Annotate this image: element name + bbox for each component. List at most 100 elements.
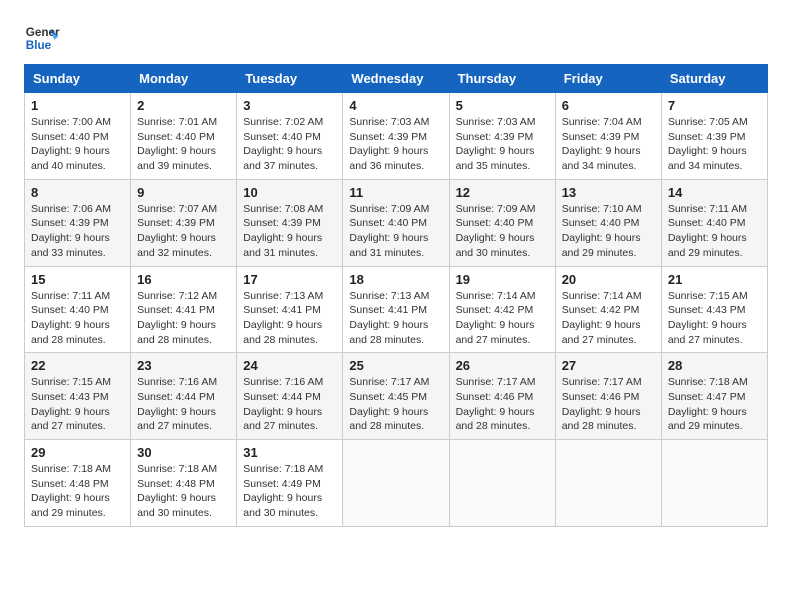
day-info: Sunrise: 7:04 AMSunset: 4:39 PMDaylight:…	[562, 115, 655, 174]
day-info: Sunrise: 7:18 AMSunset: 4:49 PMDaylight:…	[243, 462, 336, 521]
day-info: Sunrise: 7:17 AMSunset: 4:46 PMDaylight:…	[456, 375, 549, 434]
day-number: 22	[31, 358, 124, 373]
calendar-cell: 19Sunrise: 7:14 AMSunset: 4:42 PMDayligh…	[449, 266, 555, 353]
day-info: Sunrise: 7:11 AMSunset: 4:40 PMDaylight:…	[31, 289, 124, 348]
calendar-cell: 18Sunrise: 7:13 AMSunset: 4:41 PMDayligh…	[343, 266, 449, 353]
calendar-cell	[343, 440, 449, 527]
day-info: Sunrise: 7:11 AMSunset: 4:40 PMDaylight:…	[668, 202, 761, 261]
day-number: 16	[137, 272, 230, 287]
calendar-cell: 24 Sunrise: 7:16 AMSunset: 4:44 PMDayligh…	[237, 353, 343, 440]
day-info: Sunrise: 7:14 AMSunset: 4:42 PMDaylight:…	[562, 289, 655, 348]
day-info: Sunrise: 7:15 AMSunset: 4:43 PMDaylight:…	[668, 289, 761, 348]
day-number: 11	[349, 185, 442, 200]
day-info: Sunrise: 7:06 AMSunset: 4:39 PMDaylight:…	[31, 202, 124, 261]
day-info: Sunrise: 7:03 AMSunset: 4:39 PMDaylight:…	[456, 115, 549, 174]
day-info: Sunrise: 7:18 AMSunset: 4:48 PMDaylight:…	[31, 462, 124, 521]
day-info: Sunrise: 7:03 AMSunset: 4:39 PMDaylight:…	[349, 115, 442, 174]
day-number: 27	[562, 358, 655, 373]
day-number: 30	[137, 445, 230, 460]
calendar-cell: 29 Sunrise: 7:18 AMSunset: 4:48 PMDayligh…	[25, 440, 131, 527]
calendar-cell: 6Sunrise: 7:04 AMSunset: 4:39 PMDaylight…	[555, 93, 661, 180]
calendar-cell: 9 Sunrise: 7:07 AMSunset: 4:39 PMDaylight…	[131, 179, 237, 266]
calendar-cell: 21 Sunrise: 7:15 AMSunset: 4:43 PMDayligh…	[661, 266, 767, 353]
day-number: 8	[31, 185, 124, 200]
day-number: 31	[243, 445, 336, 460]
day-number: 23	[137, 358, 230, 373]
calendar-cell: 23Sunrise: 7:16 AMSunset: 4:44 PMDayligh…	[131, 353, 237, 440]
calendar-cell: 2 Sunrise: 7:01 AMSunset: 4:40 PMDaylight…	[131, 93, 237, 180]
day-info: Sunrise: 7:18 AMSunset: 4:48 PMDaylight:…	[137, 462, 230, 521]
day-info: Sunrise: 7:05 AMSunset: 4:39 PMDaylight:…	[668, 115, 761, 174]
page-header: General Blue	[24, 20, 768, 56]
day-number: 15	[31, 272, 124, 287]
day-number: 26	[456, 358, 549, 373]
day-number: 12	[456, 185, 549, 200]
calendar-cell: 14 Sunrise: 7:11 AMSunset: 4:40 PMDayligh…	[661, 179, 767, 266]
weekday-header-friday: Friday	[555, 65, 661, 93]
day-number: 14	[668, 185, 761, 200]
day-number: 4	[349, 98, 442, 113]
logo-icon: General Blue	[24, 20, 60, 56]
day-number: 9	[137, 185, 230, 200]
day-number: 7	[668, 98, 761, 113]
calendar-week-row: 1 Sunrise: 7:00 AMSunset: 4:40 PMDaylight…	[25, 93, 768, 180]
day-info: Sunrise: 7:08 AMSunset: 4:39 PMDaylight:…	[243, 202, 336, 261]
day-number: 24	[243, 358, 336, 373]
calendar-cell: 8 Sunrise: 7:06 AMSunset: 4:39 PMDaylight…	[25, 179, 131, 266]
day-number: 2	[137, 98, 230, 113]
day-info: Sunrise: 7:13 AMSunset: 4:41 PMDaylight:…	[349, 289, 442, 348]
calendar-week-row: 29 Sunrise: 7:18 AMSunset: 4:48 PMDayligh…	[25, 440, 768, 527]
weekday-header-thursday: Thursday	[449, 65, 555, 93]
day-info: Sunrise: 7:16 AMSunset: 4:44 PMDaylight:…	[243, 375, 336, 434]
day-info: Sunrise: 7:17 AMSunset: 4:45 PMDaylight:…	[349, 375, 442, 434]
day-number: 10	[243, 185, 336, 200]
calendar-cell: 15 Sunrise: 7:11 AMSunset: 4:40 PMDayligh…	[25, 266, 131, 353]
day-info: Sunrise: 7:14 AMSunset: 4:42 PMDaylight:…	[456, 289, 549, 348]
calendar-cell: 28 Sunrise: 7:18 AMSunset: 4:47 PMDayligh…	[661, 353, 767, 440]
weekday-header-saturday: Saturday	[661, 65, 767, 93]
day-number: 5	[456, 98, 549, 113]
calendar-cell: 22 Sunrise: 7:15 AMSunset: 4:43 PMDayligh…	[25, 353, 131, 440]
day-info: Sunrise: 7:10 AMSunset: 4:40 PMDaylight:…	[562, 202, 655, 261]
calendar-cell: 30 Sunrise: 7:18 AMSunset: 4:48 PMDayligh…	[131, 440, 237, 527]
calendar-cell: 4 Sunrise: 7:03 AMSunset: 4:39 PMDaylight…	[343, 93, 449, 180]
calendar-week-row: 22 Sunrise: 7:15 AMSunset: 4:43 PMDayligh…	[25, 353, 768, 440]
weekday-header-wednesday: Wednesday	[343, 65, 449, 93]
logo: General Blue	[24, 20, 64, 56]
day-number: 20	[562, 272, 655, 287]
day-number: 13	[562, 185, 655, 200]
day-info: Sunrise: 7:15 AMSunset: 4:43 PMDaylight:…	[31, 375, 124, 434]
weekday-header-tuesday: Tuesday	[237, 65, 343, 93]
day-info: Sunrise: 7:02 AMSunset: 4:40 PMDaylight:…	[243, 115, 336, 174]
calendar-cell: 7 Sunrise: 7:05 AMSunset: 4:39 PMDaylight…	[661, 93, 767, 180]
day-info: Sunrise: 7:12 AMSunset: 4:41 PMDaylight:…	[137, 289, 230, 348]
calendar-cell	[449, 440, 555, 527]
calendar-cell: 5 Sunrise: 7:03 AMSunset: 4:39 PMDaylight…	[449, 93, 555, 180]
day-info: Sunrise: 7:00 AMSunset: 4:40 PMDaylight:…	[31, 115, 124, 174]
calendar-cell: 11 Sunrise: 7:09 AMSunset: 4:40 PMDayligh…	[343, 179, 449, 266]
calendar-cell	[555, 440, 661, 527]
calendar-cell: 31 Sunrise: 7:18 AMSunset: 4:49 PMDayligh…	[237, 440, 343, 527]
day-info: Sunrise: 7:01 AMSunset: 4:40 PMDaylight:…	[137, 115, 230, 174]
weekday-header-monday: Monday	[131, 65, 237, 93]
calendar-cell: 20 Sunrise: 7:14 AMSunset: 4:42 PMDayligh…	[555, 266, 661, 353]
calendar-cell	[661, 440, 767, 527]
calendar-cell: 3 Sunrise: 7:02 AMSunset: 4:40 PMDaylight…	[237, 93, 343, 180]
weekday-header-sunday: Sunday	[25, 65, 131, 93]
day-number: 3	[243, 98, 336, 113]
calendar-cell: 10 Sunrise: 7:08 AMSunset: 4:39 PMDayligh…	[237, 179, 343, 266]
calendar-cell: 12Sunrise: 7:09 AMSunset: 4:40 PMDayligh…	[449, 179, 555, 266]
day-number: 1	[31, 98, 124, 113]
day-info: Sunrise: 7:09 AMSunset: 4:40 PMDaylight:…	[349, 202, 442, 261]
calendar-cell: 26 Sunrise: 7:17 AMSunset: 4:46 PMDayligh…	[449, 353, 555, 440]
day-info: Sunrise: 7:07 AMSunset: 4:39 PMDaylight:…	[137, 202, 230, 261]
day-number: 25	[349, 358, 442, 373]
calendar-table: SundayMondayTuesdayWednesdayThursdayFrid…	[24, 64, 768, 527]
day-number: 28	[668, 358, 761, 373]
day-info: Sunrise: 7:18 AMSunset: 4:47 PMDaylight:…	[668, 375, 761, 434]
svg-text:Blue: Blue	[26, 39, 52, 52]
calendar-cell: 13 Sunrise: 7:10 AMSunset: 4:40 PMDayligh…	[555, 179, 661, 266]
day-number: 21	[668, 272, 761, 287]
day-info: Sunrise: 7:13 AMSunset: 4:41 PMDaylight:…	[243, 289, 336, 348]
day-number: 29	[31, 445, 124, 460]
